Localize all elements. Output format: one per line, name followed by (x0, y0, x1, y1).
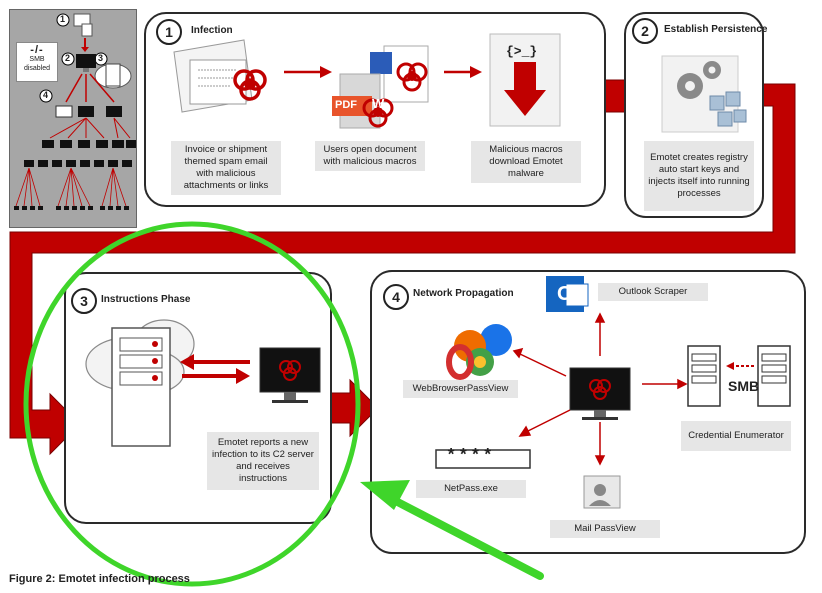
highlight-circle (23, 221, 361, 587)
highlight-arrow (360, 480, 544, 580)
figure-caption: Figure 2: Emotet infection process (9, 573, 190, 585)
highlight-annotation (23, 221, 544, 587)
